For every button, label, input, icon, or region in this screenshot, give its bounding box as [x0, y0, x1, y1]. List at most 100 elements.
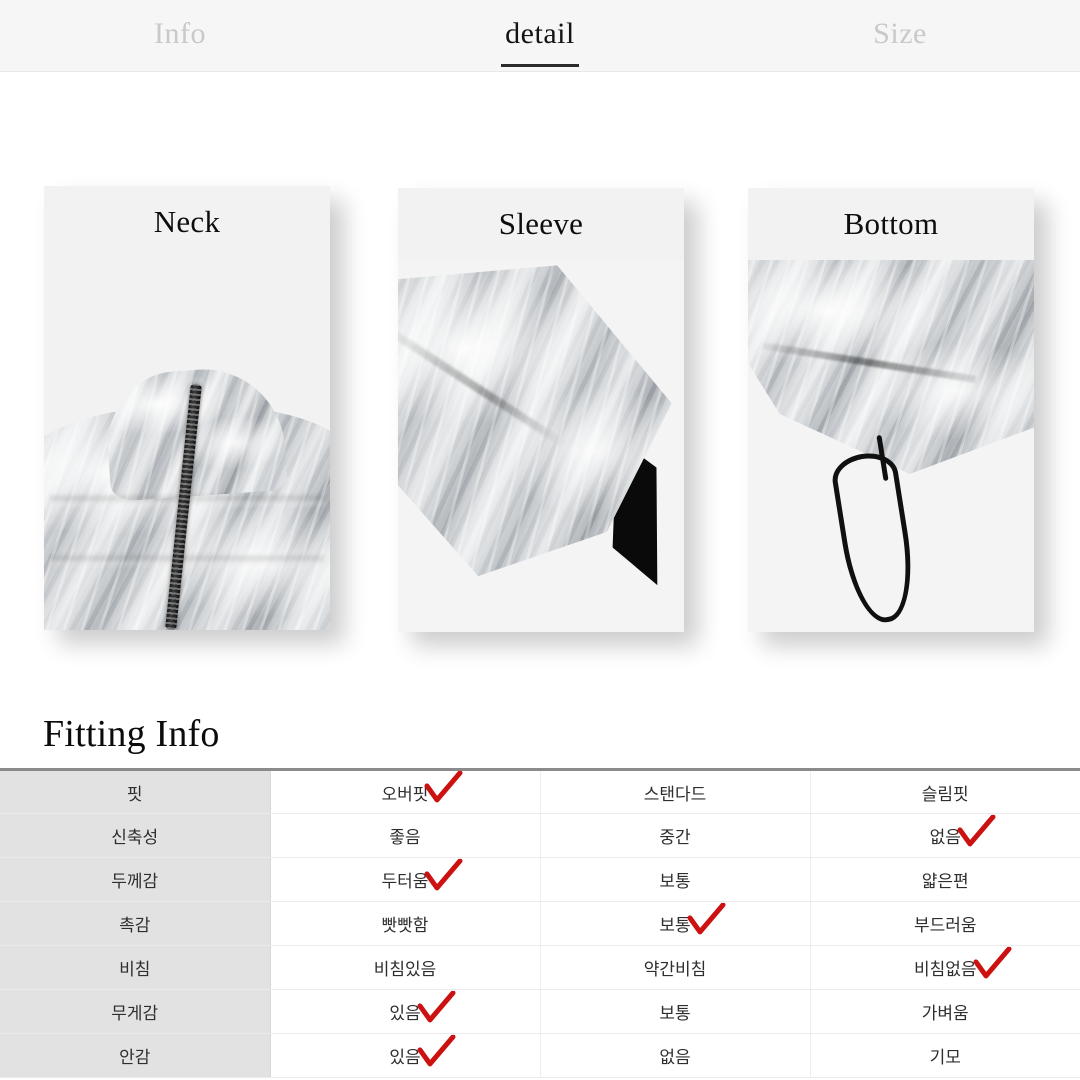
fitting-option-wrap: 슬림핏 — [922, 780, 969, 805]
fitting-option-label: 없음 — [659, 1048, 691, 1067]
fitting-option-wrap: 두터움 — [381, 858, 463, 892]
table-row: 비침 비침있음 약간비침 비침없음 — [0, 945, 1080, 990]
check-icon — [417, 990, 457, 1024]
fitting-option-wrap: 비침있음 — [374, 955, 437, 980]
detail-photo-neck — [44, 258, 330, 630]
fitting-info-table-body: 핏 오버핏 스탠다드 슬림핏 신축성 좋음 중간 없음 두께감 두터움 보통 얇은편 촉감 빳빳함 보통 부드… — [0, 769, 1080, 1078]
fitting-option-wrap: 중간 — [659, 823, 690, 848]
fitting-option-cell[interactable]: 가벼움 — [810, 989, 1080, 1034]
fitting-option-wrap: 비침없음 — [913, 946, 1012, 980]
fitting-option-wrap: 기모 — [930, 1043, 961, 1068]
fitting-option-label: 좋음 — [389, 828, 421, 847]
fitting-option-cell[interactable]: 없음 — [810, 813, 1080, 858]
fitting-row-label: 무게감 — [0, 989, 271, 1034]
fitting-option-wrap: 있음 — [389, 1034, 456, 1068]
detail-card-bottom[interactable]: Bottom — [748, 188, 1034, 632]
fitting-option-label: 기모 — [929, 1048, 961, 1067]
fitting-option-label: 보통 — [659, 872, 691, 891]
hem-body-shape — [748, 260, 1034, 474]
fitting-option-wrap: 오버핏 — [381, 770, 463, 805]
detail-card-bottom-title: Bottom — [748, 188, 1034, 260]
fitting-option-label: 비침있음 — [373, 960, 437, 979]
fitting-option-cell[interactable]: 중간 — [540, 813, 811, 858]
check-icon — [957, 814, 997, 848]
fitting-row-label: 신축성 — [0, 813, 271, 858]
fitting-option-wrap: 좋음 — [389, 823, 420, 848]
tab-size-label: Size — [873, 16, 927, 50]
fitting-option-cell[interactable]: 있음 — [270, 989, 541, 1034]
fitting-option-label: 오버핏 — [381, 784, 429, 804]
fitting-option-label: 스탠다드 — [643, 784, 707, 804]
detail-card-sleeve[interactable]: Sleeve — [398, 188, 684, 632]
fitting-option-label: 약간비침 — [643, 960, 707, 979]
fitting-option-wrap: 얇은편 — [922, 867, 969, 892]
table-row: 무게감 있음 보통 가벼움 — [0, 989, 1080, 1034]
detail-card-neck-title: Neck — [44, 186, 330, 258]
fitting-option-cell[interactable]: 비침없음 — [810, 945, 1080, 990]
fitting-option-label: 얇은편 — [921, 872, 969, 891]
table-row: 촉감 빳빳함 보통 부드러움 — [0, 901, 1080, 946]
check-icon — [417, 1034, 457, 1068]
detail-photo-gallery: Neck Sleeve Bottom — [0, 186, 1080, 656]
table-row: 두께감 두터움 보통 얇은편 — [0, 857, 1080, 902]
table-row: 핏 오버핏 스탠다드 슬림핏 — [0, 769, 1080, 814]
fitting-option-wrap: 보통 — [659, 902, 726, 936]
fitting-row-label: 핏 — [0, 769, 271, 814]
fitting-option-label: 두터움 — [381, 872, 429, 891]
tab-size[interactable]: Size — [720, 0, 1080, 72]
tab-detail[interactable]: detail — [360, 0, 720, 72]
fitting-option-label: 슬림핏 — [921, 784, 969, 804]
fitting-row-label: 촉감 — [0, 901, 271, 946]
fitting-option-cell[interactable]: 빳빳함 — [270, 901, 541, 946]
fitting-info-table: 핏 오버핏 스탠다드 슬림핏 신축성 좋음 중간 없음 두께감 두터움 보통 얇은편 촉감 빳빳함 보통 부드… — [0, 768, 1080, 1078]
fitting-option-label: 가벼움 — [921, 1004, 969, 1023]
fitting-option-cell[interactable]: 두터움 — [270, 857, 541, 902]
table-row: 안감 있음 없음 기모 — [0, 1033, 1080, 1078]
check-icon — [687, 902, 727, 936]
fitting-option-cell[interactable]: 보통 — [540, 989, 811, 1034]
fitting-option-wrap: 있음 — [389, 990, 456, 1024]
fitting-option-cell[interactable]: 없음 — [540, 1033, 811, 1078]
fitting-info-heading: Fitting Info — [43, 713, 220, 755]
fitting-option-cell[interactable]: 있음 — [270, 1033, 541, 1078]
fitting-option-label: 빳빳함 — [381, 916, 429, 935]
check-icon — [424, 770, 464, 805]
tab-info[interactable]: Info — [0, 0, 360, 72]
fitting-option-wrap: 빳빳함 — [382, 911, 429, 936]
tab-detail-label: detail — [501, 17, 579, 67]
fitting-option-cell[interactable]: 보통 — [540, 857, 811, 902]
fitting-option-label: 보통 — [659, 1004, 691, 1023]
fitting-option-wrap: 약간비침 — [644, 955, 707, 980]
fitting-option-wrap: 보통 — [659, 999, 690, 1024]
detail-photo-sleeve — [398, 260, 684, 632]
fitting-option-cell[interactable]: 기모 — [810, 1033, 1080, 1078]
fitting-option-wrap: 없음 — [659, 1043, 690, 1068]
fitting-option-label: 중간 — [659, 828, 691, 847]
fitting-option-cell[interactable]: 스탠다드 — [540, 769, 811, 814]
check-icon — [973, 946, 1013, 980]
fitting-option-cell[interactable]: 약간비침 — [540, 945, 811, 990]
fitting-option-wrap: 스탠다드 — [644, 780, 707, 805]
fitting-option-cell[interactable]: 오버핏 — [270, 769, 541, 814]
fitting-option-wrap: 없음 — [930, 814, 996, 848]
detail-card-sleeve-title: Sleeve — [398, 188, 684, 260]
detail-card-neck[interactable]: Neck — [44, 186, 330, 630]
fitting-option-wrap: 보통 — [659, 867, 690, 892]
fitting-option-cell[interactable]: 슬림핏 — [810, 769, 1080, 814]
fitting-option-label: 부드러움 — [913, 916, 977, 935]
fitting-option-cell[interactable]: 얇은편 — [810, 857, 1080, 902]
detail-photo-bottom — [748, 260, 1034, 632]
product-detail-tabbar: Info detail Size — [0, 0, 1080, 72]
tab-info-label: Info — [154, 16, 206, 50]
check-icon — [424, 858, 464, 892]
fitting-option-cell[interactable]: 부드러움 — [810, 901, 1080, 946]
fitting-option-cell[interactable]: 좋음 — [270, 813, 541, 858]
drawcord-loop-icon — [829, 449, 922, 628]
fitting-option-wrap: 부드러움 — [914, 911, 977, 936]
fitting-row-label: 비침 — [0, 945, 271, 990]
fitting-option-cell[interactable]: 비침있음 — [270, 945, 541, 990]
fitting-option-label: 비침없음 — [913, 960, 977, 979]
fitting-option-wrap: 가벼움 — [922, 999, 969, 1024]
fitting-row-label: 안감 — [0, 1033, 271, 1078]
fitting-option-cell[interactable]: 보통 — [540, 901, 811, 946]
